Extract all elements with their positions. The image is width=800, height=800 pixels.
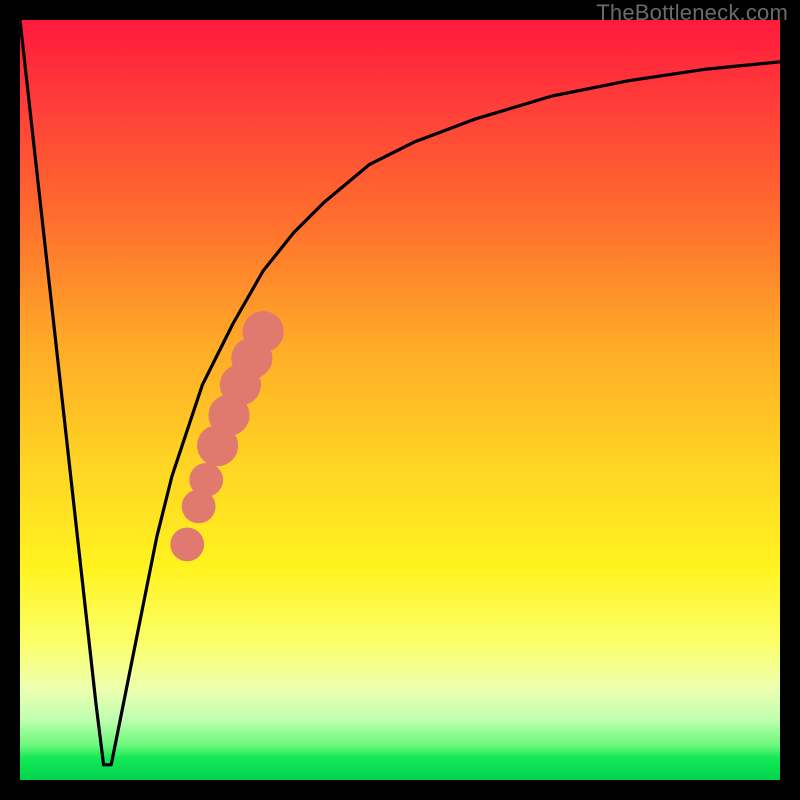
chart-frame: TheBottleneck.com [0,0,800,800]
plot-area [20,20,780,780]
bottleneck-curve-path [20,20,780,765]
highlight-dot [243,311,284,352]
highlight-dot [189,463,223,497]
bottleneck-curve [20,20,780,765]
highlight-dot [170,528,204,562]
highlight-dots [170,311,283,561]
curve-layer [20,20,780,780]
watermark-label: TheBottleneck.com [596,0,788,26]
